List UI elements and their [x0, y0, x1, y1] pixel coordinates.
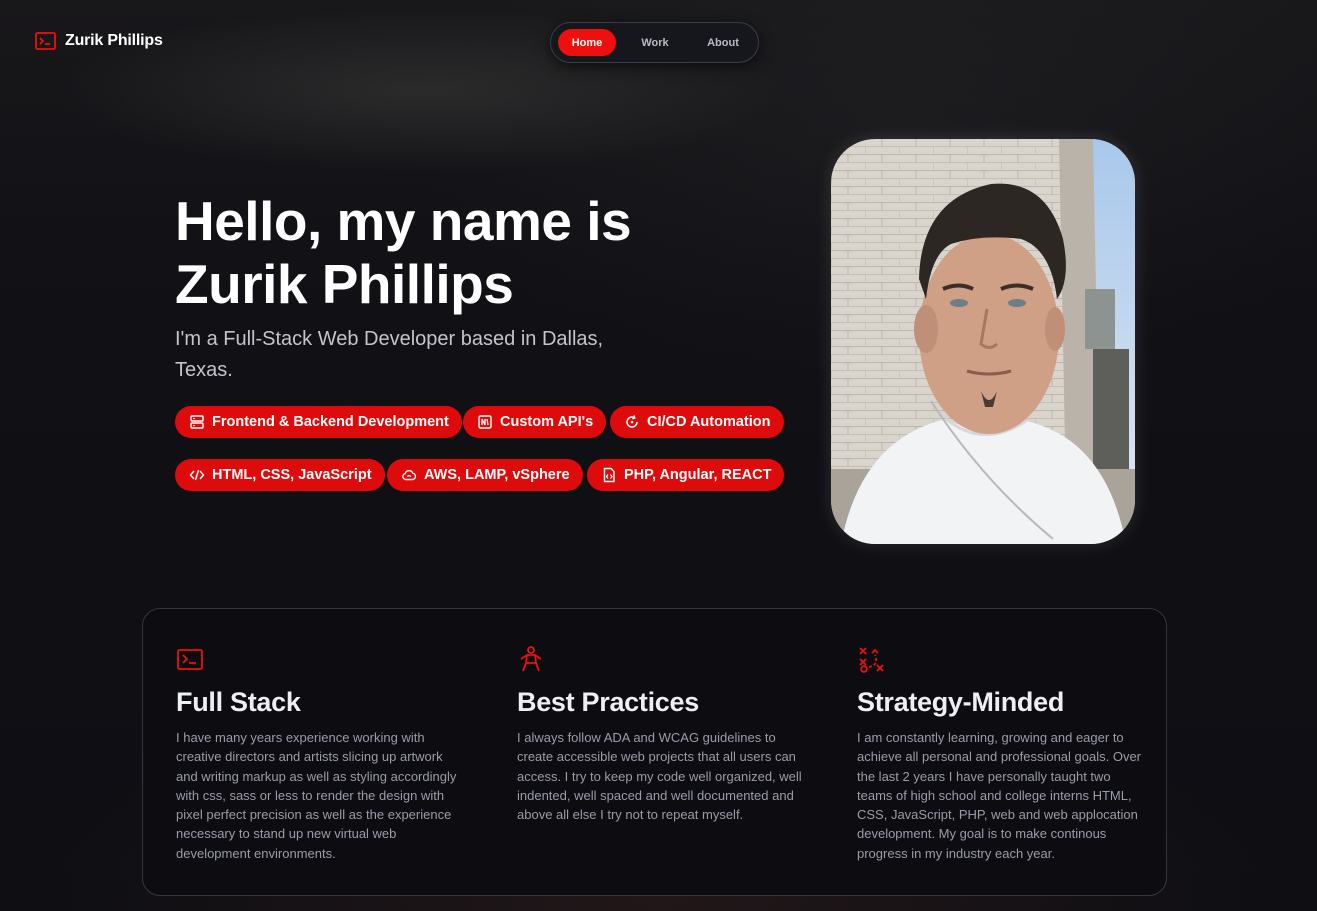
file-code-icon [603, 467, 615, 483]
code-icon [189, 469, 205, 481]
skill-pill-html-css-js: HTML, CSS, JavaScript [175, 459, 385, 491]
skill-pill-custom-apis: Custom API's [463, 406, 607, 438]
skill-label: AWS, LAMP, vSphere [424, 467, 570, 483]
profile-photo-illustration [831, 139, 1135, 544]
skill-pill-frontend-backend: Frontend & Backend Development [175, 406, 462, 438]
nav-about[interactable]: About [694, 29, 752, 56]
skill-pill-php-angular-react: PHP, Angular, REACT [587, 459, 785, 491]
feature-title: Best Practices [517, 687, 699, 717]
main-nav: Home Work About [550, 22, 759, 63]
skill-pill-cicd: CI/CD Automation [610, 406, 784, 438]
feature-title: Strategy-Minded [857, 687, 1065, 717]
hero-subtitle: I'm a Full-Stack Web Developer based in … [175, 328, 604, 381]
nav-home[interactable]: Home [558, 29, 616, 56]
skill-label: Custom API's [500, 414, 594, 430]
feature-body: I always follow ADA and WCAG guidelines … [517, 730, 802, 823]
profile-photo [831, 139, 1135, 544]
feature-best-practices: Best Practices I always follow ADA and W… [517, 645, 807, 824]
features-card: Full Stack I have many years experience … [142, 608, 1167, 896]
skill-label: HTML, CSS, JavaScript [212, 467, 372, 483]
feature-full-stack: Full Stack I have many years experience … [176, 645, 466, 863]
skill-label: Frontend & Backend Development [212, 414, 449, 430]
hero-title: Hello, my name is Zurik Phillips [175, 190, 735, 316]
skill-label: PHP, Angular, REACT [624, 467, 772, 483]
feature-body: I have many years experience working wit… [176, 730, 457, 861]
terminal-icon [35, 32, 56, 50]
server-icon [190, 415, 204, 429]
skill-pill-aws-lamp: AWS, LAMP, vSphere [387, 459, 583, 491]
nav-work[interactable]: Work [616, 29, 694, 56]
cloud-icon [402, 469, 417, 481]
hero-title-line2: Zurik Phillips [175, 253, 514, 315]
feature-strategy-minded: Strategy-Minded I am constantly learning… [857, 645, 1147, 863]
strategy-icon [859, 647, 884, 673]
terminal-icon [177, 649, 203, 670]
api-icon [478, 415, 492, 429]
feature-title: Full Stack [176, 687, 301, 717]
refresh-icon [626, 415, 638, 428]
hero-title-line1: Hello, my name is [175, 190, 632, 252]
brand-name: Zurik Phillips [65, 32, 163, 49]
accessibility-icon [520, 646, 542, 672]
skill-label: CI/CD Automation [647, 414, 771, 430]
brand-logo[interactable]: Zurik Phillips [35, 32, 163, 50]
feature-body: I am constantly learning, growing and ea… [857, 730, 1142, 861]
